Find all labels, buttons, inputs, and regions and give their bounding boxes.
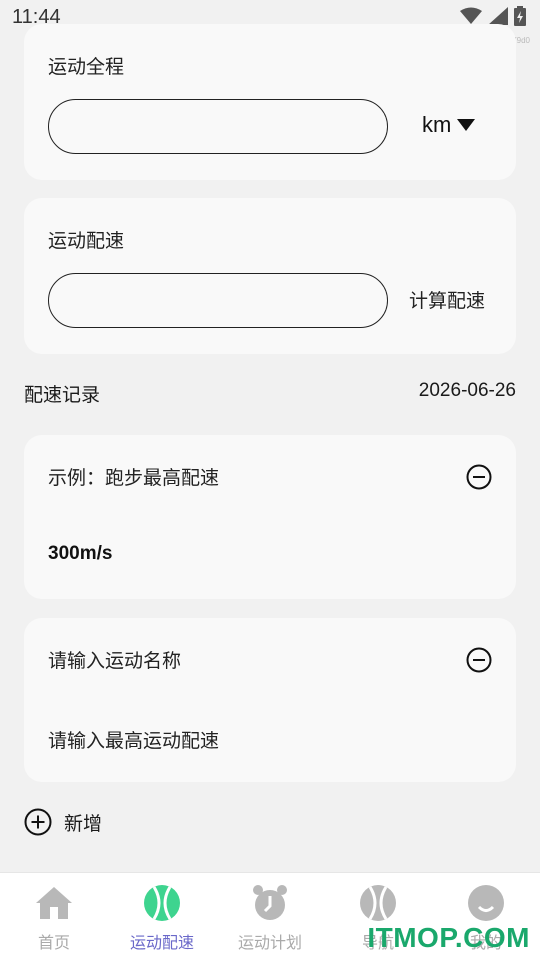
distance-card: 运动全程 km — [24, 24, 516, 180]
triangle-down-icon — [457, 119, 476, 131]
tennis-ball-icon — [144, 885, 180, 921]
tab-label: 首页 — [37, 935, 70, 952]
add-record-button[interactable]: 新增 — [24, 808, 102, 836]
distance-title: 运动全程 — [48, 57, 125, 78]
record-name[interactable]: 示例：跑步最高配速 — [48, 463, 219, 490]
records-heading: 配速记录 — [24, 385, 101, 406]
unit-select[interactable]: km — [422, 112, 476, 138]
unit-label: km — [422, 112, 452, 137]
pace-card: 运动配速 计算配速 — [24, 198, 516, 354]
signal-icon — [488, 7, 508, 25]
records-header: 配速记录 2026-06-26 — [24, 380, 516, 406]
smile-icon — [468, 885, 504, 921]
record-name[interactable]: 请输入运动名称 — [48, 646, 181, 673]
records-date[interactable]: 2026-06-26 — [419, 380, 516, 402]
record-value[interactable]: 请输入最高运动配速 — [48, 726, 219, 753]
remove-circle-icon[interactable] — [466, 464, 492, 490]
tab-pace[interactable]: 运动配速 — [108, 883, 216, 953]
calculate-pace-button[interactable]: 计算配速 — [409, 286, 485, 313]
distance-input[interactable] — [48, 99, 388, 154]
alarm-clock-icon — [253, 885, 287, 920]
add-circle-icon — [24, 808, 52, 836]
add-label: 新增 — [64, 813, 103, 835]
record-card: 示例：跑步最高配速 300m/s — [24, 435, 516, 599]
tab-label: 运动配速 — [129, 935, 194, 952]
remove-circle-icon[interactable] — [466, 647, 492, 673]
tab-home[interactable]: 首页 — [0, 883, 108, 953]
battery-icon — [514, 6, 526, 26]
ball-icon — [360, 885, 396, 921]
pace-title: 运动配速 — [48, 231, 125, 252]
tab-label: 运动计划 — [237, 935, 302, 952]
site-watermark: ITMOP.COM — [367, 922, 530, 953]
pace-input[interactable] — [48, 273, 388, 328]
record-card: 请输入运动名称 请输入最高运动配速 — [24, 618, 516, 782]
tab-plan[interactable]: 运动计划 — [216, 883, 324, 953]
status-icons — [460, 6, 526, 26]
wifi-icon — [460, 7, 482, 24]
home-icon — [36, 887, 72, 919]
record-value[interactable]: 300m/s — [48, 543, 112, 565]
